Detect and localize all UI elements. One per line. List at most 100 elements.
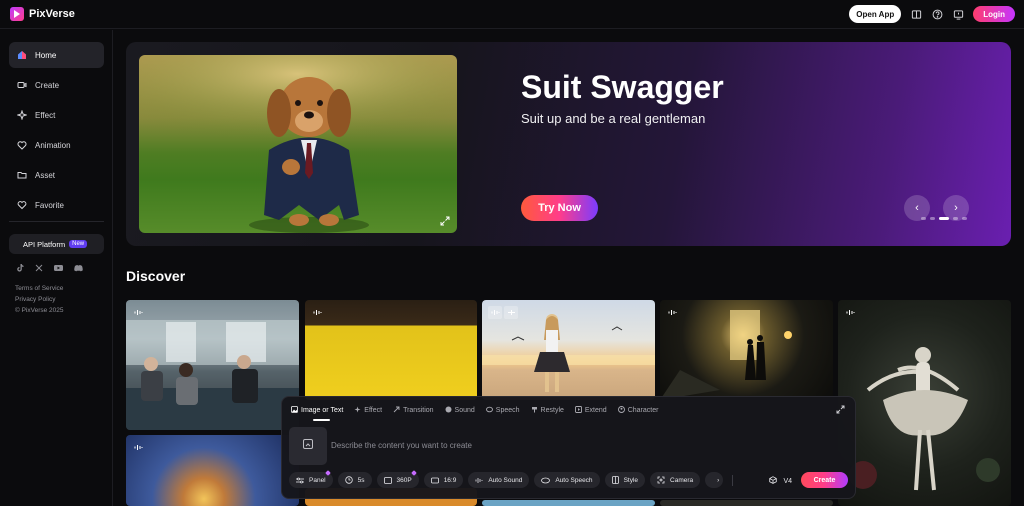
puppy-in-suit-illustration [139, 55, 457, 233]
sparkle-icon [17, 110, 27, 120]
prompt-input[interactable]: Describe the content you want to create [331, 441, 472, 450]
aspect-ratio-select[interactable]: 16:9 [423, 472, 464, 488]
cube-icon [769, 476, 778, 486]
sound-wave-icon [666, 306, 678, 318]
quality-select[interactable]: 360P [376, 470, 419, 488]
heart-icon [17, 200, 27, 210]
discover-video-tile[interactable] [482, 500, 655, 506]
home-icon [17, 50, 27, 60]
chevron-right-icon: › [717, 476, 720, 484]
more-options-button[interactable]: › [705, 472, 724, 488]
video-camera-icon [17, 80, 27, 90]
discover-video-tile[interactable] [660, 300, 833, 400]
image-icon [291, 405, 298, 415]
expand-icon[interactable] [439, 215, 451, 227]
sound-wave-icon [488, 306, 502, 319]
style-icon [611, 476, 619, 484]
create-panel: Image or Text Effect Transition Sound Sp… [281, 396, 856, 499]
tab-effect[interactable]: Effect [354, 404, 382, 416]
carousel-dots [921, 217, 967, 220]
privacy-link[interactable]: Privacy Policy [15, 296, 55, 303]
discover-video-tile[interactable] [660, 500, 833, 506]
tiktok-icon[interactable] [16, 264, 24, 274]
terms-link[interactable]: Terms of Service [15, 285, 63, 292]
brand-name: PixVerse [29, 8, 75, 20]
model-select[interactable]: V4 [769, 476, 792, 486]
tab-restyle[interactable]: Restyle [531, 404, 564, 416]
social-links [16, 264, 83, 274]
carousel-dot[interactable] [930, 217, 935, 220]
x-icon[interactable] [35, 264, 43, 274]
sidebar-item-effect[interactable]: Effect [9, 102, 104, 128]
tab-label: Effect [364, 406, 383, 414]
generation-options: Panel 5s 360P 16:9 Auto Sound Auto Speec… [289, 470, 737, 488]
try-now-button[interactable]: Try Now [521, 195, 598, 221]
hero-image[interactable] [139, 55, 457, 233]
tab-sound[interactable]: Sound [445, 404, 475, 416]
carousel-dot[interactable] [921, 217, 926, 220]
sidebar-item-animation[interactable]: Animation [9, 132, 104, 158]
panel-button[interactable]: Panel [289, 470, 333, 488]
sound-wave-icon [475, 477, 483, 484]
subway-scene-thumbnail [126, 320, 299, 430]
create-button[interactable]: Create [801, 472, 848, 488]
tab-speech[interactable]: Speech [485, 404, 520, 416]
sound-wave-icon [311, 306, 323, 318]
voice-icon [504, 306, 518, 319]
night-couple-thumbnail [660, 310, 792, 400]
feedback-icon[interactable] [952, 8, 964, 20]
create-tabs: Image or Text Effect Transition Sound Sp… [291, 404, 658, 416]
discord-icon[interactable] [74, 264, 83, 274]
camera-select[interactable]: Camera [650, 472, 701, 488]
auto-speech-toggle[interactable]: Auto Speech [534, 472, 600, 488]
hero-subtitle: Suit up and be a real gentleman [521, 111, 706, 126]
api-platform-label: API Platform [23, 239, 66, 249]
login-button[interactable]: Login [973, 6, 1015, 22]
discover-video-tile[interactable] [838, 300, 1011, 506]
image-upload-button[interactable] [289, 427, 327, 465]
model-label: V4 [783, 477, 792, 485]
discover-video-tile[interactable] [305, 300, 477, 400]
hero-banner: Suit Swagger Suit up and be a real gentl… [126, 42, 1011, 246]
tab-label: Image or Text [301, 406, 344, 414]
duration-select[interactable]: 5s [337, 472, 372, 488]
tab-transition[interactable]: Transition [393, 404, 434, 416]
expand-icon[interactable] [835, 404, 845, 414]
chip-label: Panel [309, 476, 326, 484]
chip-label: Auto Speech [555, 476, 593, 484]
tab-label: Extend [584, 406, 607, 414]
brand[interactable]: PixVerse [0, 7, 75, 21]
sidebar-item-home[interactable]: Home [9, 42, 104, 68]
style-select[interactable]: Style [604, 472, 646, 488]
tab-label: Transition [403, 406, 434, 414]
discover-video-tile[interactable] [482, 300, 655, 400]
tab-extend[interactable]: Extend [574, 404, 607, 416]
chip-label: 5s [357, 476, 365, 484]
discover-video-tile[interactable] [126, 300, 299, 430]
premium-gem-icon [410, 470, 417, 476]
sidebar-divider [9, 221, 104, 222]
chip-label: Auto Sound [488, 476, 523, 484]
chevron-right-icon: › [954, 202, 958, 214]
tab-character[interactable]: Character [617, 404, 658, 416]
book-icon[interactable] [910, 8, 922, 20]
carousel-dot-active[interactable] [939, 217, 949, 220]
help-icon[interactable] [931, 8, 943, 20]
sidebar-item-create[interactable]: Create [9, 72, 104, 98]
open-app-button[interactable]: Open App [849, 5, 902, 23]
sound-icon [445, 406, 452, 415]
tab-label: Speech [495, 406, 520, 414]
youtube-icon[interactable] [54, 264, 63, 274]
new-badge: New [69, 240, 88, 248]
sidebar-item-asset[interactable]: Asset [9, 162, 104, 188]
carousel-dot[interactable] [962, 217, 967, 220]
top-bar: PixVerse Open App Login [0, 0, 1024, 29]
api-platform-link[interactable]: API Platform New [9, 234, 104, 254]
discover-video-tile[interactable] [126, 435, 299, 506]
tab-image-or-text[interactable]: Image or Text [291, 404, 343, 416]
sidebar-item-favorite[interactable]: Favorite [9, 192, 104, 218]
speech-icon [541, 477, 551, 484]
carousel-dot[interactable] [953, 217, 958, 220]
sidebar: Home Create Effect Animation Asset Favor… [0, 30, 113, 506]
auto-sound-toggle[interactable]: Auto Sound [468, 472, 530, 488]
